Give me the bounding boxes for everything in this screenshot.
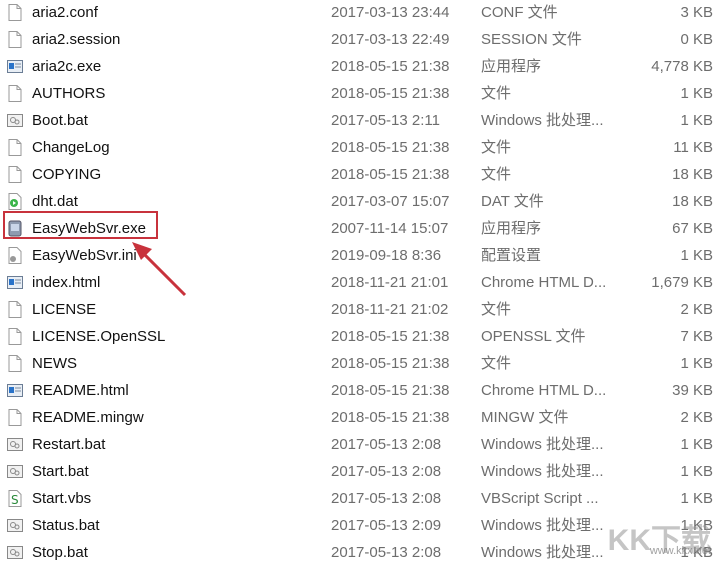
watermark: KK下载 www.kkx.net xyxy=(607,524,711,557)
red-arrow-annotation xyxy=(132,242,187,297)
